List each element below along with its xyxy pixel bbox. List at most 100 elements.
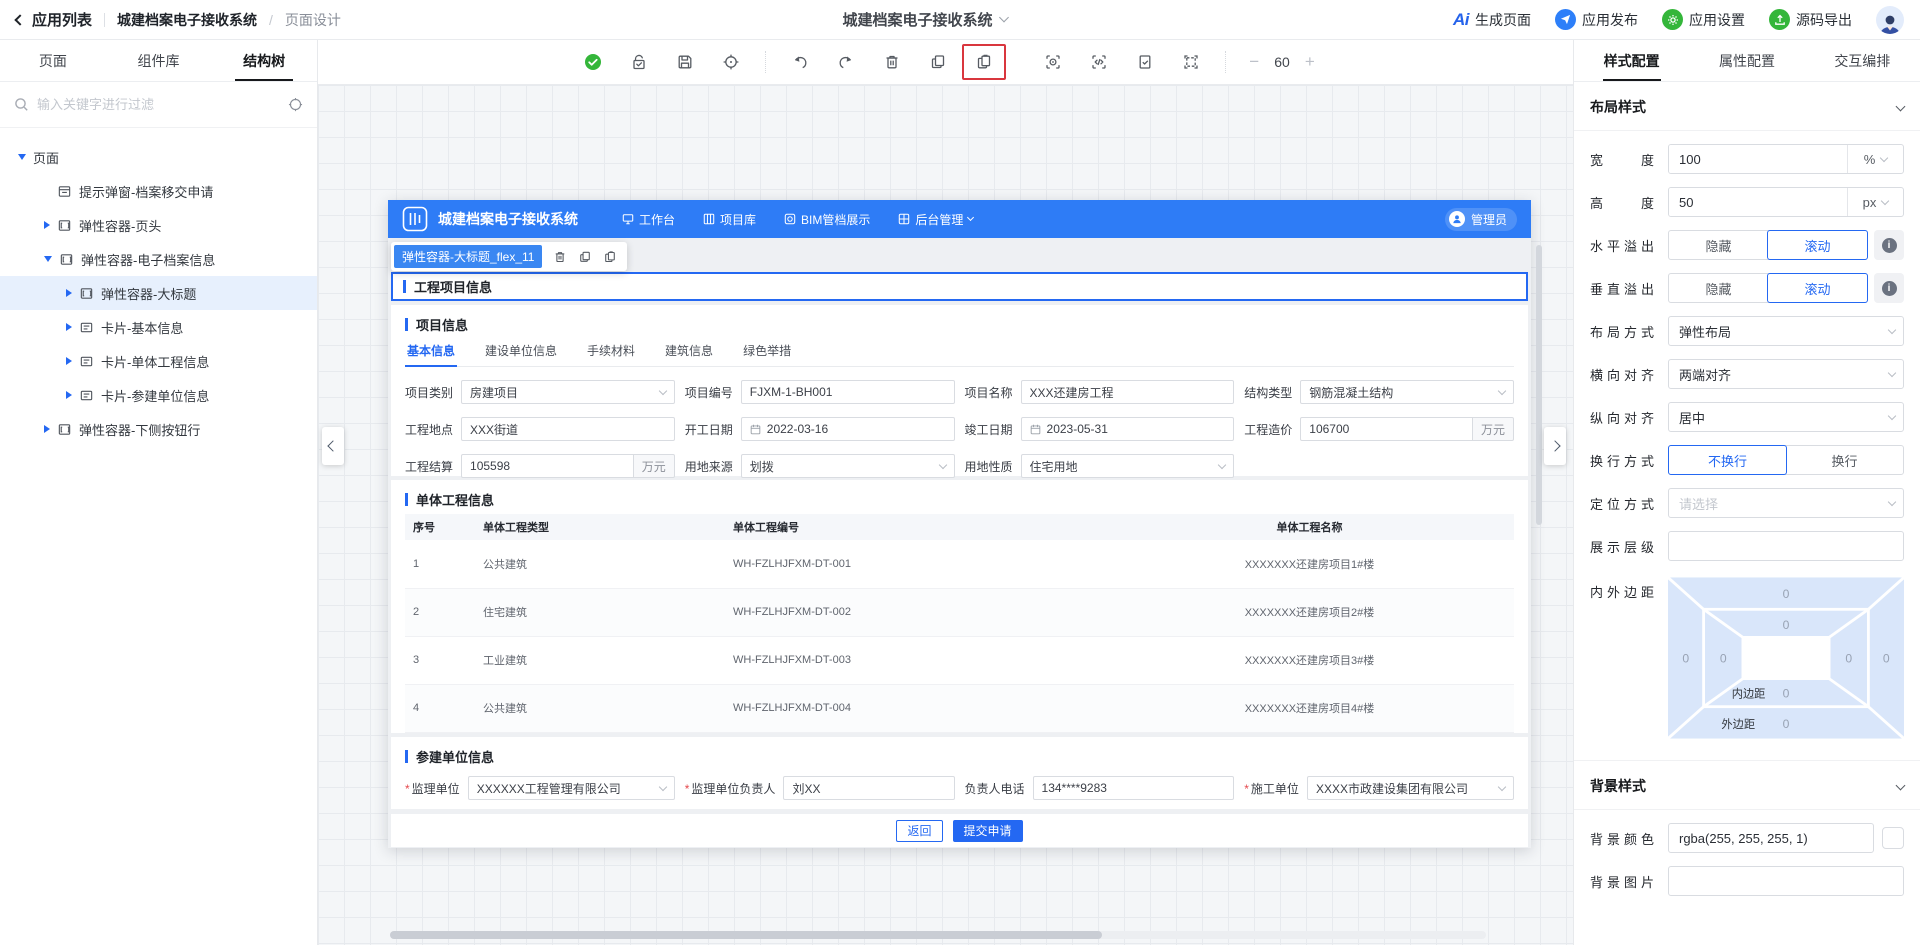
padding-top-value[interactable]: 0 — [1783, 618, 1790, 632]
back-button[interactable]: 应用列表 — [16, 9, 92, 30]
horizontal-scrollbar[interactable] — [390, 931, 1102, 939]
caret-right-icon[interactable] — [44, 221, 50, 229]
padding-left-value[interactable]: 0 — [1720, 652, 1727, 666]
nav-admin[interactable]: 后台管理 — [898, 211, 973, 228]
table-row[interactable]: 4 公共建筑 WH-FZLHJFXM-DT-004 XXXXXXX还建房项目4#… — [405, 684, 1514, 732]
preview-scan-button[interactable] — [1031, 44, 1075, 80]
info-icon[interactable]: i — [1874, 273, 1904, 303]
preview-user-chip[interactable]: 管理员 — [1445, 208, 1517, 231]
zindex-input[interactable] — [1668, 531, 1904, 561]
expand-right-panel-button[interactable] — [1544, 427, 1566, 465]
delete-button[interactable] — [870, 44, 914, 80]
overflow-y-hidden-option[interactable]: 隐藏 — [1669, 274, 1768, 302]
card-project-info[interactable]: 项目信息 基本信息 建设单位信息 手续材料 建筑信息 绿色举措 项目类别 房建项… — [391, 305, 1528, 476]
selected-big-title-container[interactable]: 工程项目信息 — [391, 272, 1528, 301]
back-button-preview[interactable]: 返回 — [896, 820, 942, 842]
user-avatar[interactable] — [1876, 6, 1904, 34]
save-button[interactable] — [663, 44, 707, 80]
generate-page-button[interactable]: Ai 生成页面 — [1453, 10, 1531, 30]
supervision-unit-select[interactable]: XXXXXX工程管理有限公司 — [468, 776, 675, 800]
nav-project-library[interactable]: 项目库 — [703, 211, 756, 228]
overflow-x-hidden-option[interactable]: 隐藏 — [1669, 231, 1768, 259]
construction-unit-select[interactable]: XXXX市政建设集团有限公司 — [1307, 776, 1514, 800]
tab-structure-tree[interactable]: 结构树 — [211, 40, 317, 81]
info-icon[interactable]: i — [1874, 230, 1904, 260]
app-settings-button[interactable]: 应用设置 — [1662, 9, 1745, 30]
caret-right-icon[interactable] — [66, 357, 72, 365]
canvas-stage[interactable]: 城建档案电子接收系统 工作台 项目库 BIM管档展示 — [318, 85, 1573, 945]
card-participants[interactable]: 参建单位信息 *监理单位 XXXXXX工程管理有限公司 *监理单位负责人 负责人… — [391, 737, 1528, 809]
background-color-input[interactable] — [1668, 823, 1874, 853]
margin-top-value[interactable]: 0 — [1783, 587, 1790, 601]
redo-button[interactable] — [824, 44, 868, 80]
tree-item-flex-header[interactable]: 弹性容器-页头 — [0, 208, 317, 242]
padding-bottom-value[interactable]: 0 — [1783, 686, 1790, 700]
tree-item-dialog-archive-transfer[interactable]: 提示弹窗-档案移交申请 — [0, 174, 317, 208]
locate-button[interactable] — [709, 44, 753, 80]
code-scan-button[interactable] — [1077, 44, 1121, 80]
color-swatch[interactable] — [1882, 827, 1904, 849]
frame-button[interactable] — [1169, 44, 1213, 80]
page-preview[interactable]: 城建档案电子接收系统 工作台 项目库 BIM管档展示 — [388, 200, 1531, 848]
copy-icon[interactable] — [578, 250, 592, 264]
preview-vertical-scrollbar[interactable] — [1536, 245, 1542, 525]
project-cost-input[interactable] — [1300, 417, 1473, 441]
tab-property-config[interactable]: 属性配置 — [1689, 40, 1804, 81]
zoom-out-button[interactable]: − — [1244, 52, 1264, 72]
justify-select[interactable]: 两端对齐 — [1668, 359, 1904, 389]
table-row[interactable]: 1 公共建筑 WH-FZLHJFXM-DT-001 XXXXXXX还建房项目1#… — [405, 540, 1514, 588]
unlock-button[interactable] — [617, 44, 661, 80]
project-location-input[interactable] — [461, 417, 675, 441]
locate-icon[interactable] — [288, 97, 303, 112]
paste-icon[interactable] — [603, 250, 617, 264]
background-style-section-header[interactable]: 背景样式 — [1574, 760, 1920, 810]
tab-green-measures[interactable]: 绿色举措 — [741, 336, 793, 366]
delete-icon[interactable] — [553, 250, 567, 264]
tab-procedure-materials[interactable]: 手续材料 — [585, 336, 637, 366]
tree-item-page-root[interactable]: 页面 — [0, 140, 317, 174]
caret-right-icon[interactable] — [44, 425, 50, 433]
align-select[interactable]: 居中 — [1668, 402, 1904, 432]
caret-down-icon[interactable] — [18, 154, 26, 160]
tree-item-flex-earchive-info[interactable]: 弹性容器-电子档案信息 — [0, 242, 317, 276]
tab-basic-info[interactable]: 基本信息 — [405, 336, 457, 366]
copy-button[interactable] — [916, 44, 960, 80]
tree-item-card-participant-info[interactable]: 卡片-参建单位信息 — [0, 378, 317, 412]
end-date-picker[interactable]: 2023-05-31 — [1021, 417, 1235, 441]
structure-type-select[interactable]: 钢筋混凝土结构 — [1300, 380, 1514, 404]
tab-component-library[interactable]: 组件库 — [106, 40, 212, 81]
width-input[interactable] — [1669, 145, 1847, 173]
position-select[interactable]: 请选择 — [1668, 488, 1904, 518]
no-wrap-option[interactable]: 不换行 — [1668, 445, 1787, 475]
padding-right-value[interactable]: 0 — [1845, 652, 1852, 666]
table-row[interactable]: 2 住宅建筑 WH-FZLHJFXM-DT-002 XXXXXXX还建房项目2#… — [405, 588, 1514, 636]
nav-workbench[interactable]: 工作台 — [622, 211, 675, 228]
caret-down-icon[interactable] — [44, 256, 52, 262]
tab-construction-unit[interactable]: 建设单位信息 — [483, 336, 559, 366]
overflow-x-scroll-option[interactable]: 滚动 — [1767, 230, 1868, 260]
manager-phone-input[interactable] — [1033, 776, 1235, 800]
export-source-button[interactable]: 源码导出 — [1769, 9, 1852, 30]
paste-button[interactable] — [962, 44, 1006, 80]
breadcrumb-app[interactable]: 城建档案电子接收系统 — [117, 10, 257, 30]
overflow-y-scroll-option[interactable]: 滚动 — [1767, 273, 1868, 303]
project-name-input[interactable] — [1021, 380, 1235, 404]
tab-page[interactable]: 页面 — [0, 40, 106, 81]
caret-right-icon[interactable] — [66, 289, 72, 297]
undo-button[interactable] — [778, 44, 822, 80]
collapse-left-panel-button[interactable] — [322, 427, 344, 465]
project-settlement-input[interactable] — [461, 454, 634, 478]
card-unit-projects[interactable]: 单体工程信息 序号 单体工程类型 单体工程编号 单体工程名称 — [391, 480, 1528, 733]
zoom-in-button[interactable]: + — [1300, 52, 1320, 72]
caret-right-icon[interactable] — [66, 323, 72, 331]
search-input[interactable] — [37, 97, 280, 112]
margin-left-value[interactable]: 0 — [1682, 652, 1689, 666]
margin-right-value[interactable]: 0 — [1883, 652, 1890, 666]
box-model-diagram[interactable]: 0 0 0 0 0 0 0 0 内边距 外边距 — [1668, 574, 1904, 742]
tab-style-config[interactable]: 样式配置 — [1574, 40, 1689, 81]
caret-right-icon[interactable] — [66, 391, 72, 399]
height-unit-select[interactable]: px — [1847, 188, 1903, 216]
table-row[interactable]: 3 工业建筑 WH-FZLHJFXM-DT-003 XXXXXXX还建房项目3#… — [405, 636, 1514, 684]
page-check-button[interactable] — [1123, 44, 1167, 80]
tree-item-card-basic-info[interactable]: 卡片-基本信息 — [0, 310, 317, 344]
